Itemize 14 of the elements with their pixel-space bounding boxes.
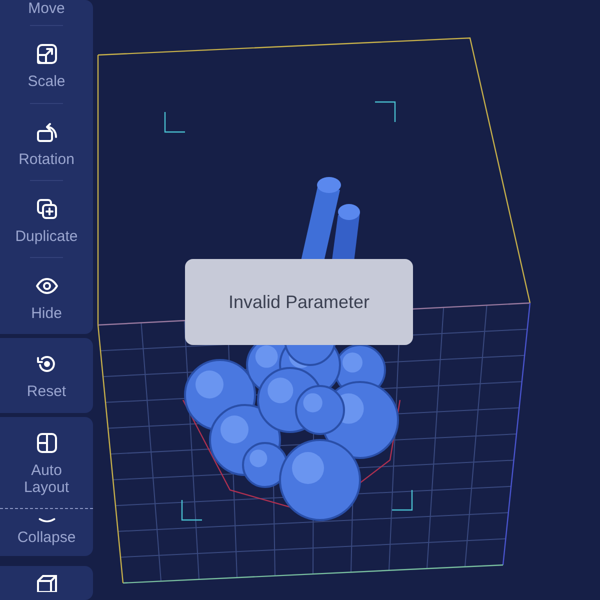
tool-button[interactable]: Move — [0, 0, 93, 26]
tool-button[interactable]: Rotation — [0, 104, 93, 180]
chevron-down-icon — [36, 515, 58, 525]
tool-button[interactable]: Collapse — [0, 509, 93, 556]
tool-button[interactable]: Hide — [0, 258, 93, 334]
cube-icon[interactable] — [36, 574, 58, 592]
tool-button[interactable]: Scale — [0, 26, 93, 102]
tool-button[interactable]: Auto Layout — [0, 416, 93, 508]
duplicate-icon — [34, 196, 58, 221]
tool-button[interactable]: Duplicate — [0, 180, 93, 257]
toast-message: Invalid Parameter — [185, 259, 413, 345]
tool-button[interactable]: Reset — [0, 338, 93, 412]
layout-icon — [34, 430, 58, 454]
expand-icon — [34, 42, 58, 66]
